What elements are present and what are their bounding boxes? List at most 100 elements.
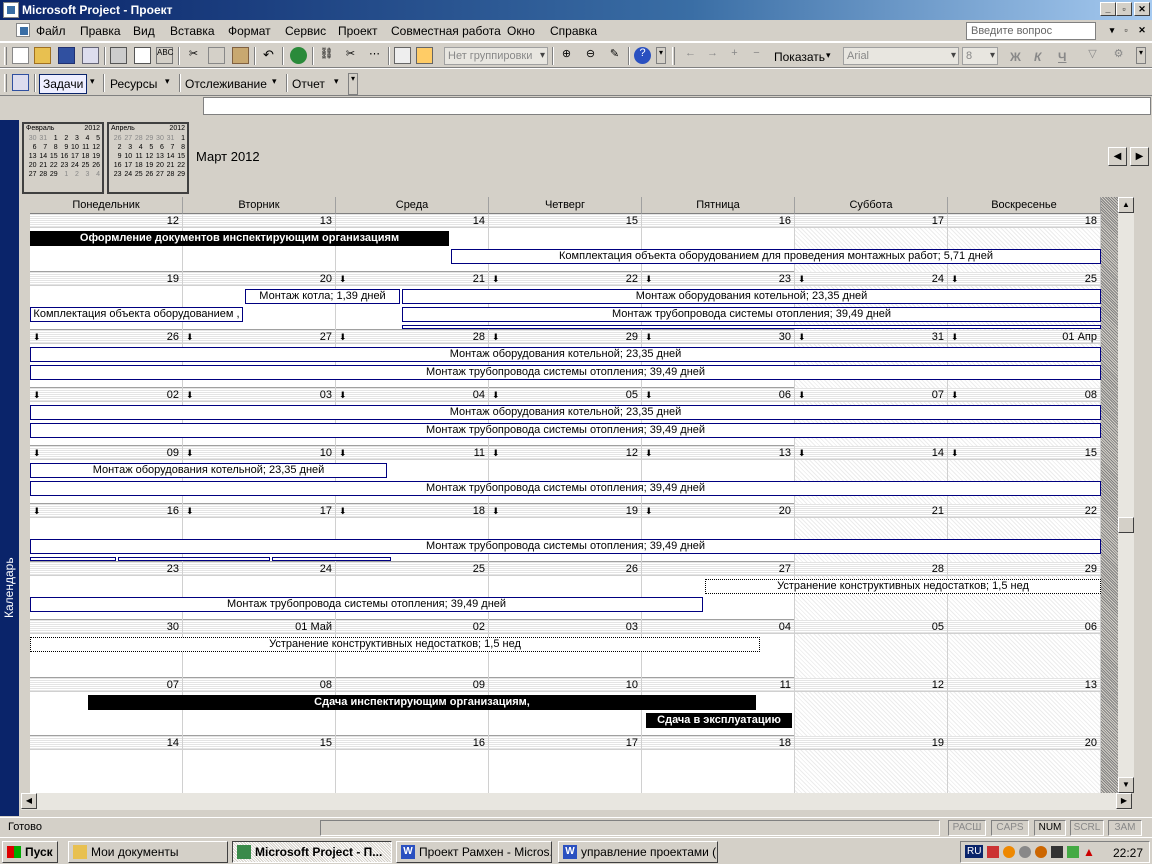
day-cell[interactable]: 18: [642, 736, 795, 793]
overflow-arrow-icon[interactable]: ⬇: [492, 388, 500, 402]
mini-calendar-day[interactable]: 16: [58, 152, 68, 161]
task-bar[interactable]: Монтаж оборудования котельной; 23,35 дне…: [402, 289, 1101, 304]
task-bar[interactable]: [272, 557, 391, 561]
mini-calendar-day[interactable]: 27: [153, 170, 164, 179]
mini-calendar-day[interactable]: 22: [174, 161, 185, 170]
mini-calendar-day[interactable]: 28: [37, 170, 47, 179]
cut-icon[interactable]: ✂: [185, 47, 202, 64]
resources-dropdown-icon[interactable]: ▾: [165, 76, 170, 87]
mini-calendar[interactable]: Апрель 2012 26 27 28 29 30 31 1 2 3 4 5 6 7 8 9 10 11 12 13 1…: [107, 122, 189, 194]
mini-calendar-day[interactable]: 3: [68, 134, 79, 143]
mini-calendar-day[interactable]: 28: [132, 134, 143, 143]
taskbar-word-2[interactable]: Wуправление проектами (...: [558, 841, 718, 863]
print-icon[interactable]: [110, 47, 127, 64]
task-bar[interactable]: Монтаж оборудования котельной; 23,35 дне…: [30, 347, 1101, 362]
maximize-button[interactable]: ▫: [1116, 2, 1132, 16]
scroll-down-icon[interactable]: ▼: [1118, 777, 1134, 793]
mini-calendar-day[interactable]: 11: [132, 152, 142, 161]
mini-calendar-day[interactable]: 26: [143, 170, 153, 179]
scroll-thumb[interactable]: [1118, 517, 1134, 533]
task-bar[interactable]: Сдача инспектирующим организациям,: [88, 695, 756, 710]
mini-calendar-day[interactable]: 6: [26, 143, 37, 152]
link-tasks-icon[interactable]: ⛓: [318, 47, 335, 64]
menu-help[interactable]: Справка: [550, 24, 597, 38]
mini-calendar-day[interactable]: 29: [174, 170, 185, 179]
mini-calendar-day[interactable]: 22: [47, 161, 58, 170]
next-month-button[interactable]: ▶: [1130, 147, 1149, 166]
task-bar[interactable]: Комплектация объекта оборудованием ,: [30, 307, 243, 322]
mini-calendar-day[interactable]: 8: [47, 143, 58, 152]
mini-calendar-day[interactable]: 28: [164, 170, 175, 179]
mini-calendar-day[interactable]: 16: [111, 161, 122, 170]
mini-calendar-day[interactable]: 4: [89, 170, 100, 179]
taskbar-word-1[interactable]: W Проект Рамхен - Micros...: [396, 841, 552, 863]
mini-calendar-day[interactable]: 26: [89, 161, 100, 170]
mini-calendar-day[interactable]: 15: [174, 152, 185, 161]
autofilter-icon[interactable]: ⚙: [1110, 47, 1127, 64]
guide-report-button[interactable]: Отчет: [292, 77, 325, 91]
mini-calendar-day[interactable]: 14: [164, 152, 175, 161]
guide-toggle-icon[interactable]: [12, 74, 29, 91]
italic-button[interactable]: К: [1034, 50, 1041, 64]
mini-calendar-day[interactable]: 11: [79, 143, 89, 152]
day-cell[interactable]: 13: [948, 678, 1101, 736]
vertical-scrollbar[interactable]: ▲ ▼: [1118, 197, 1134, 793]
mini-calendar-day[interactable]: 2: [58, 134, 68, 143]
minus-icon[interactable]: −: [748, 47, 765, 64]
mini-calendar-day[interactable]: 4: [79, 134, 90, 143]
minimize-button[interactable]: _: [1100, 2, 1116, 16]
mini-calendar-day[interactable]: 15: [47, 152, 58, 161]
filter-icon[interactable]: ▽: [1084, 47, 1101, 64]
mini-calendar-day[interactable]: 20: [26, 161, 37, 170]
mini-calendar-day[interactable]: 29: [143, 134, 153, 143]
toolbar-grip[interactable]: [672, 47, 675, 65]
font-size-combo[interactable]: 8: [962, 47, 998, 65]
overflow-arrow-icon[interactable]: ⬇: [645, 388, 653, 402]
mini-calendar-day[interactable]: 1: [174, 134, 185, 143]
overflow-arrow-icon[interactable]: ⬇: [492, 330, 500, 344]
mini-calendar-day[interactable]: 9: [58, 143, 68, 152]
menu-format[interactable]: Формат: [228, 24, 271, 38]
view-bar[interactable]: Календарь: [0, 120, 19, 816]
task-bar[interactable]: Монтаж трубопровода системы отопления; 3…: [402, 307, 1101, 322]
plus-icon[interactable]: +: [726, 47, 743, 64]
overflow-arrow-icon[interactable]: ⬇: [798, 388, 806, 402]
task-bar[interactable]: Устранение конструктивных недостатков; 1…: [705, 579, 1101, 594]
copy-icon[interactable]: [208, 47, 225, 64]
toolbar-grip[interactable]: [4, 47, 7, 65]
taskbar-my-documents[interactable]: Мои документы: [68, 841, 228, 863]
toolbar-options-icon[interactable]: ▾: [656, 47, 666, 64]
zoom-out-icon[interactable]: ⊖: [582, 47, 599, 64]
taskbar-ms-project[interactable]: Microsoft Project - П...: [232, 841, 392, 863]
alert-icon[interactable]: ▲: [1083, 845, 1095, 859]
task-bar[interactable]: Оформление документов инспектирующим орг…: [30, 231, 449, 246]
task-bar[interactable]: Монтаж оборудования котельной; 23,35 дне…: [30, 463, 387, 478]
overflow-arrow-icon[interactable]: ⬇: [951, 388, 959, 402]
assign-resources-icon[interactable]: [416, 47, 433, 64]
mini-calendar-day[interactable]: 31: [37, 134, 47, 143]
underline-button[interactable]: Ч: [1058, 50, 1066, 64]
toolbar-options-icon[interactable]: ▾: [1136, 47, 1146, 64]
help-icon[interactable]: ?: [634, 47, 651, 64]
day-cell[interactable]: 06: [948, 620, 1101, 678]
day-cell[interactable]: 16: [336, 736, 489, 793]
arrow-left-icon[interactable]: ←: [682, 47, 699, 64]
arrow-right-icon[interactable]: →: [704, 47, 721, 64]
task-bar[interactable]: Сдача в эксплуатацию: [646, 713, 792, 728]
mini-calendar-day[interactable]: 12: [143, 152, 153, 161]
mini-calendar-day[interactable]: 18: [132, 161, 143, 170]
undo-icon[interactable]: ↶: [260, 47, 277, 64]
hyperlink-icon[interactable]: [290, 47, 307, 64]
mini-calendar-day[interactable]: 29: [47, 170, 58, 179]
volume-icon[interactable]: [1051, 846, 1063, 858]
mini-calendar-day[interactable]: 19: [89, 152, 100, 161]
mini-calendar-day[interactable]: 21: [37, 161, 47, 170]
horizontal-scrollbar[interactable]: ◀ ▶: [21, 793, 1132, 810]
overflow-arrow-icon[interactable]: ⬇: [645, 330, 653, 344]
mini-calendar-day[interactable]: 26: [111, 134, 122, 143]
task-bar[interactable]: [118, 557, 270, 561]
menu-edit[interactable]: Правка: [80, 24, 121, 38]
toolbar-grip[interactable]: [4, 74, 7, 92]
overflow-arrow-icon[interactable]: ⬇: [492, 446, 500, 460]
mini-calendar-day[interactable]: 24: [122, 170, 132, 179]
